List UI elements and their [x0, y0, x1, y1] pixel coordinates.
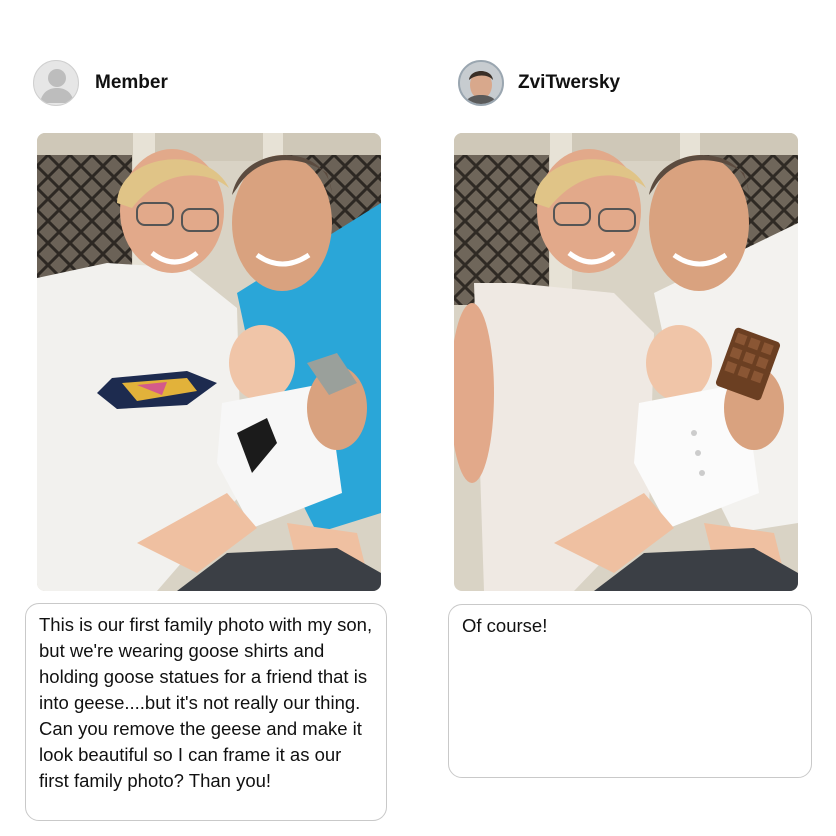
user-photo-avatar — [460, 62, 502, 104]
default-user-icon — [40, 69, 74, 103]
zvitwersky-avatar[interactable] — [458, 60, 504, 106]
post-right: ZviTwersky Of course! — [418, 0, 836, 836]
request-message-text: This is our first family photo with my s… — [39, 614, 373, 791]
username[interactable]: ZviTwersky — [518, 72, 620, 94]
original-photo — [37, 133, 381, 591]
edited-photo — [454, 133, 798, 591]
reply-message-bubble: Of course! — [448, 604, 812, 778]
username[interactable]: Member — [95, 72, 168, 94]
reply-message-text: Of course! — [462, 615, 548, 636]
post-left: Member This is our first family photo wi… — [0, 0, 418, 836]
request-message-bubble: This is our first family photo with my s… — [25, 603, 387, 821]
member-avatar[interactable] — [33, 60, 79, 106]
